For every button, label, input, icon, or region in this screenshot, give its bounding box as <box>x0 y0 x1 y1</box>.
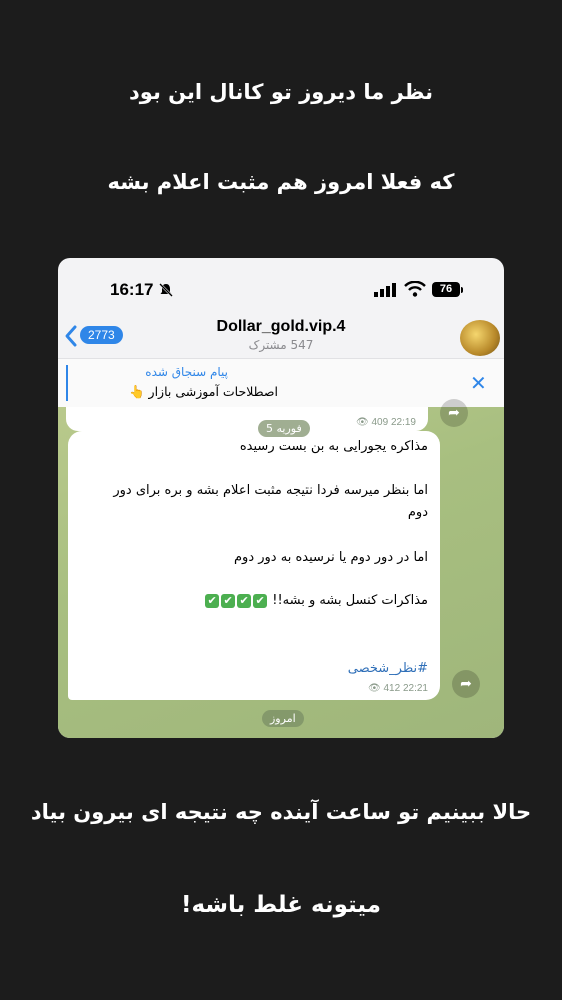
pinned-label: پیام سنجاق شده <box>145 365 228 379</box>
message-views: 412 <box>383 683 401 694</box>
wifi-icon <box>404 281 426 297</box>
today-separator: امروز <box>262 710 304 727</box>
check-icon: ✔ <box>205 593 220 608</box>
previous-views: 409 <box>371 417 389 428</box>
check-icon: ✔ <box>253 593 268 608</box>
check-icon: ✔ <box>237 593 252 608</box>
previous-time: 22:19 <box>390 417 416 428</box>
channel-avatar[interactable] <box>460 320 500 356</box>
chat-header: 2773 Dollar_gold.vip.4 547 مشترک <box>58 314 504 360</box>
close-icon[interactable]: ✕ <box>470 371 487 395</box>
forward-icon[interactable]: ➦ <box>440 399 468 427</box>
chat-area: 👁 409 22:19 ➦ مذاکره یجورایی به بن بست ر… <box>58 399 504 738</box>
previous-message-meta: 👁 409 22:19 <box>356 417 416 428</box>
pinned-text: اصطلاحات آموزشی بازار 👆 <box>129 384 278 399</box>
caption-line-4: میتونه غلط باشه! <box>180 892 382 918</box>
check-icon: ✔ <box>221 593 236 608</box>
subscriber-count: 547 مشترک <box>248 338 314 352</box>
message-line-1: مذاکره یجورایی به بن بست رسیده <box>239 439 428 454</box>
caption-line-2: که فعلا امروز هم مثبت اعلام بشه <box>107 170 455 194</box>
date-separator: فوریه 5 <box>258 420 310 437</box>
pinned-indicator <box>66 365 68 401</box>
previous-message: 👁 409 22:19 <box>66 407 428 431</box>
caption-line-3: حالا ببینیم تو ساعت آینده چه نتیجه ای بی… <box>30 800 532 824</box>
forward-icon[interactable]: ➦ <box>452 670 480 698</box>
caption-line-1: نظر ما دیروز تو کانال این بود <box>129 80 433 104</box>
message-line-5-text: مذاکرات کنسل بشه و بشه!! <box>272 593 428 608</box>
message-line-3: دوم <box>407 505 428 520</box>
pinned-message-bar[interactable]: پیام سنجاق شده اصطلاحات آموزشی بازار 👆 ✕ <box>58 358 504 408</box>
message-bubble: مذاکره یجورایی به بن بست رسیده اما بنظر … <box>68 431 440 700</box>
battery-tip <box>461 287 463 293</box>
signal-icon <box>374 283 396 297</box>
battery-indicator: 76 <box>432 282 460 297</box>
bell-muted-icon <box>159 283 173 297</box>
telegram-screenshot: 16:17 76 2773 Dollar_gold.vip.4 547 مشتر… <box>58 258 504 738</box>
hashtag-link[interactable]: #نظر_شخصی <box>348 661 428 676</box>
message-meta: 👁 412 22:21 <box>368 683 428 694</box>
status-time: 16:17 <box>110 280 154 299</box>
message-line-2: اما بنظر میرسه فردا نتیجه مثبت اعلام بشه… <box>113 483 428 498</box>
status-bar: 16:17 76 <box>58 258 504 318</box>
message-time: 22:21 <box>402 683 428 694</box>
message-line-5: مذاکرات کنسل بشه و بشه!! ✔✔✔✔ <box>78 591 428 611</box>
channel-title[interactable]: Dollar_gold.vip.4 <box>58 318 504 336</box>
message-line-4: اما در دور دوم یا نرسیده به دور دوم <box>234 550 428 565</box>
